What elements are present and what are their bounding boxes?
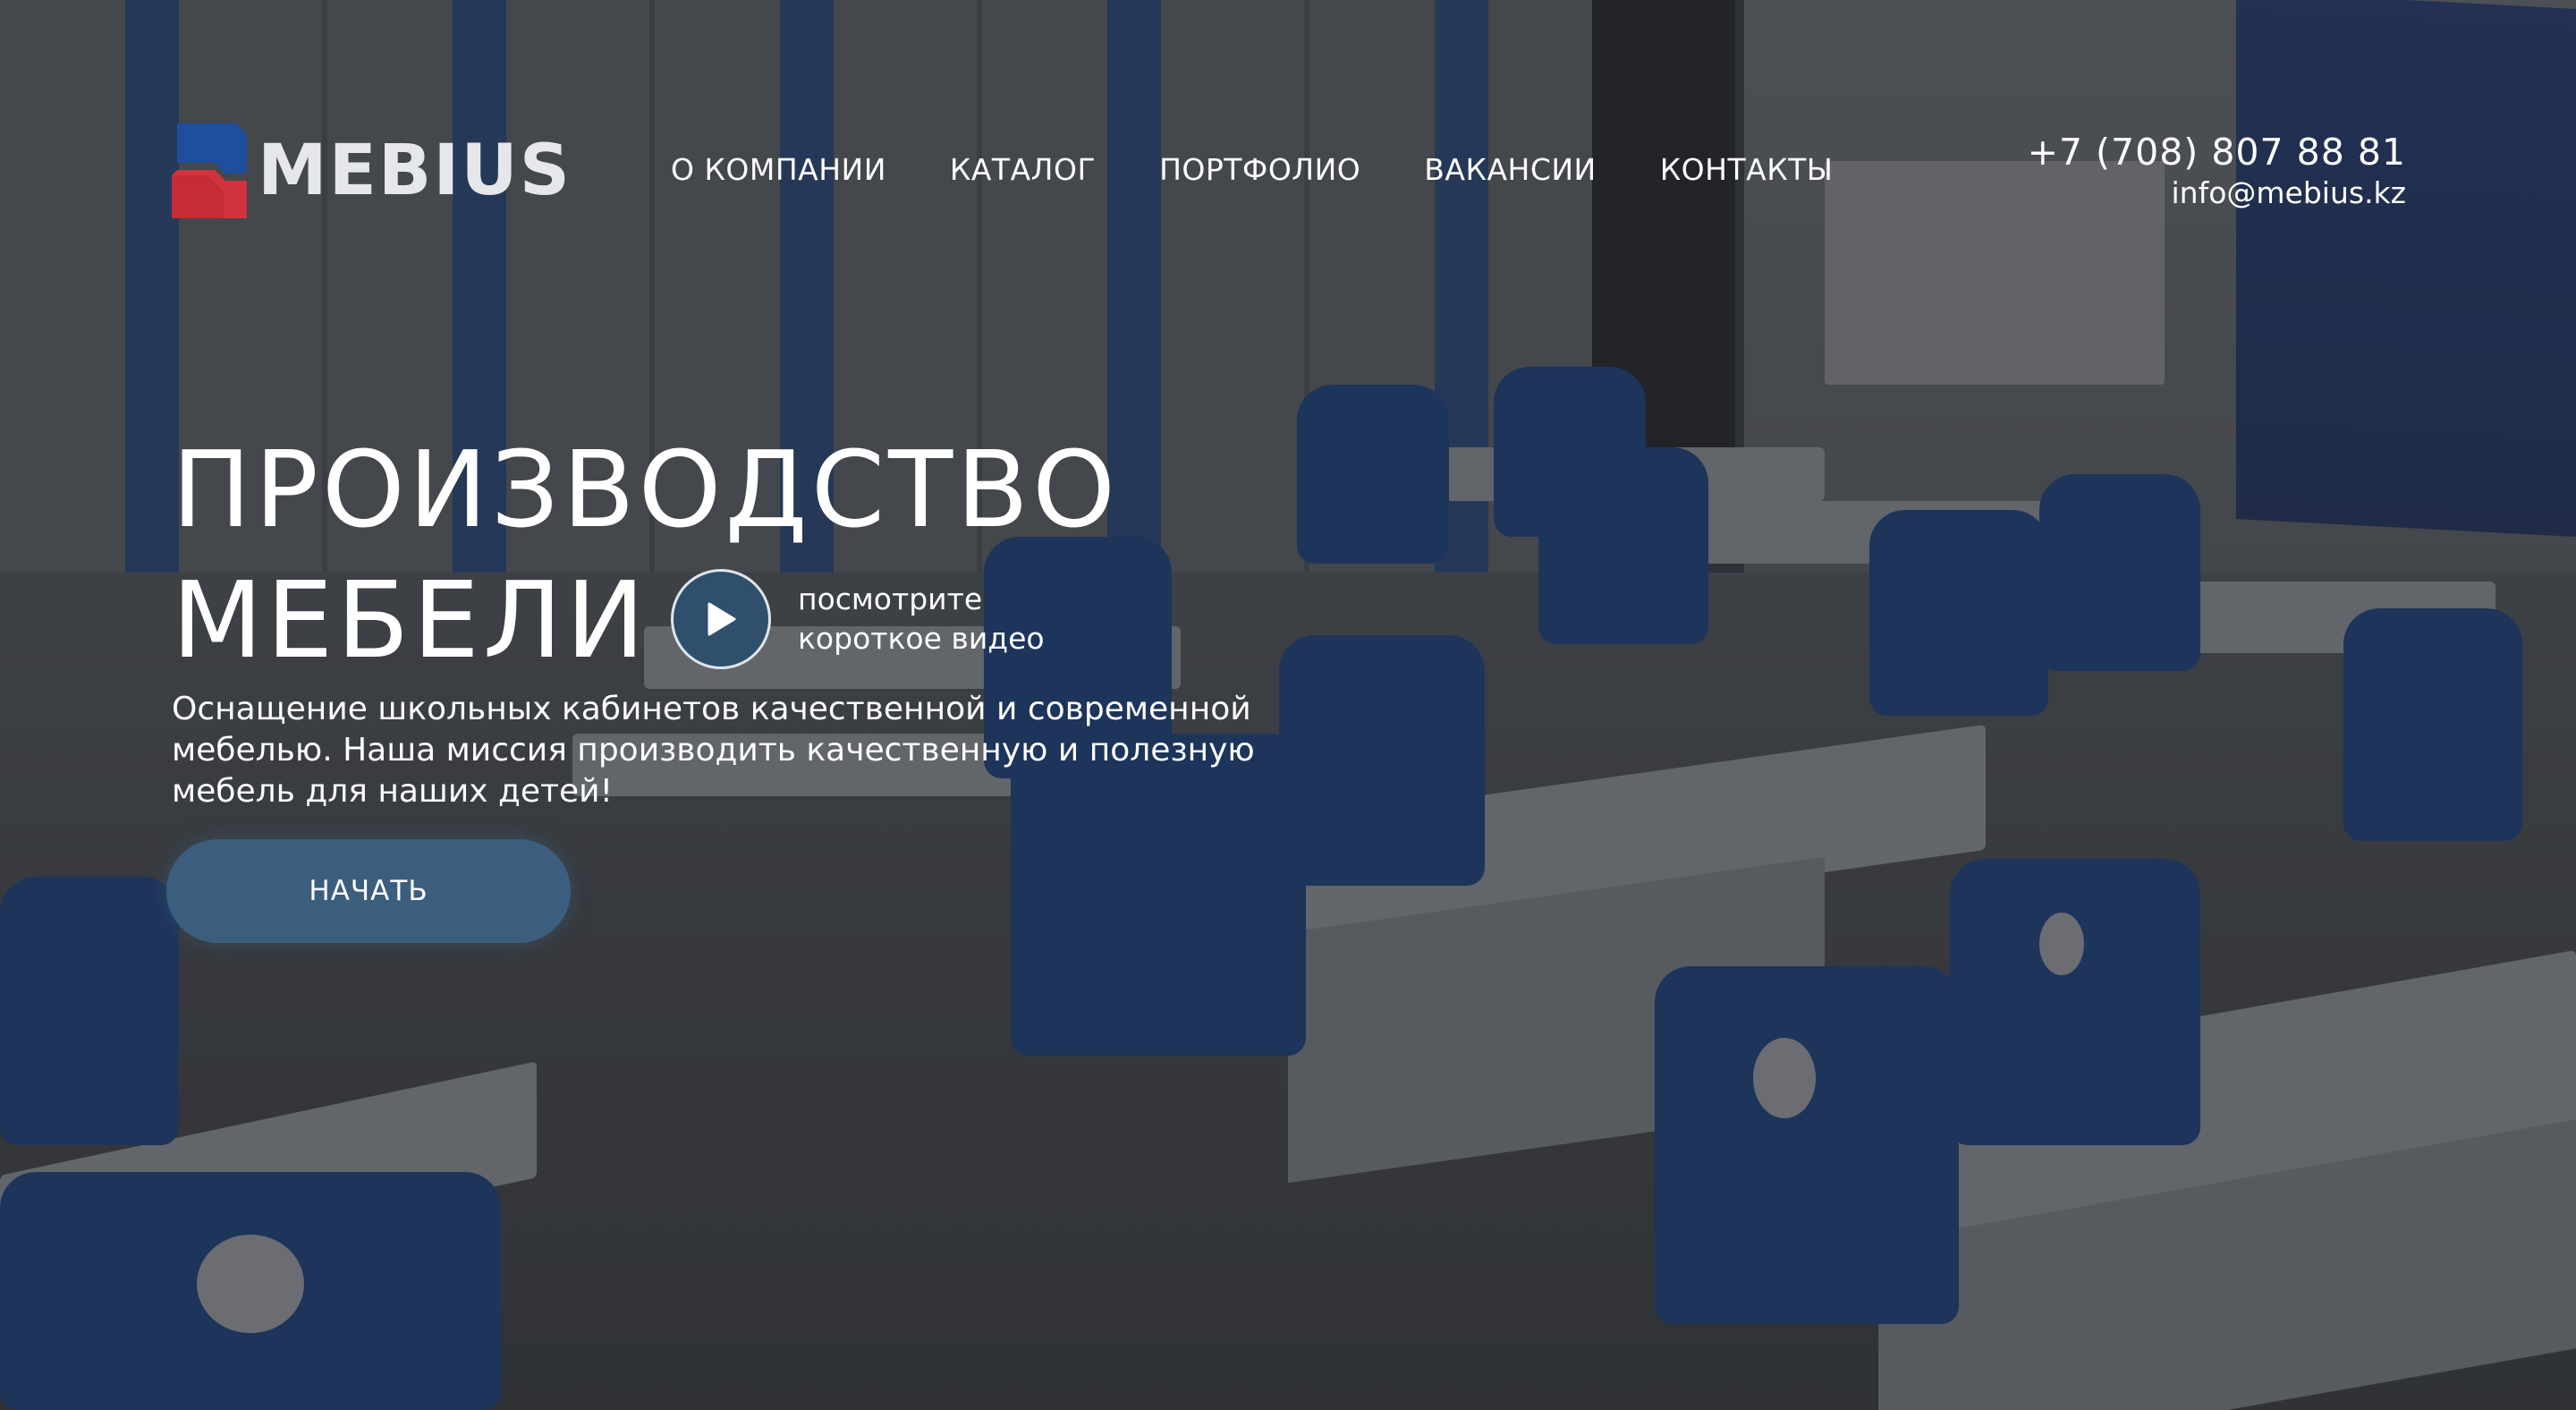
phone-link[interactable]: +7 (708) 807 88 81 xyxy=(2028,131,2406,174)
nav-item-about[interactable]: О КОМПАНИИ xyxy=(671,152,886,187)
watch-video-link[interactable]: посмотрите короткое видео xyxy=(671,569,1045,669)
logo[interactable]: MEBIUS xyxy=(172,123,572,218)
hero-section: MEBIUS О КОМПАНИИ КАТАЛОГ ПОРТФОЛИО ВАКА… xyxy=(0,0,2576,1410)
nav-item-portfolio[interactable]: ПОРТФОЛИО xyxy=(1159,152,1360,187)
play-icon xyxy=(708,602,736,636)
video-caption-line-2: короткое видео xyxy=(798,621,1045,656)
header-contacts: +7 (708) 807 88 81 info@mebius.kz xyxy=(2028,131,2406,213)
video-caption-line-1: посмотрите xyxy=(798,582,983,616)
start-button[interactable]: НАЧАТЬ xyxy=(166,839,571,943)
hero-title-line-1: ПРОИЗВОДСТВО xyxy=(172,428,1120,551)
nav-item-vacancies[interactable]: ВАКАНСИИ xyxy=(1424,152,1596,187)
nav-item-catalog[interactable]: КАТАЛОГ xyxy=(950,152,1096,187)
logo-text: MEBIUS xyxy=(258,131,572,211)
email-link[interactable]: info@mebius.kz xyxy=(2028,174,2407,213)
nav-item-contacts[interactable]: КОНТАКТЫ xyxy=(1660,152,1834,187)
hero-description: Оснащение школьных кабинетов качественно… xyxy=(172,691,1255,810)
play-button[interactable] xyxy=(671,569,771,669)
main-nav: О КОМПАНИИ КАТАЛОГ ПОРТФОЛИО ВАКАНСИИ КО… xyxy=(671,152,1833,187)
mebius-logo-mark-icon xyxy=(172,123,247,218)
video-caption: посмотрите короткое видео xyxy=(798,580,1045,658)
